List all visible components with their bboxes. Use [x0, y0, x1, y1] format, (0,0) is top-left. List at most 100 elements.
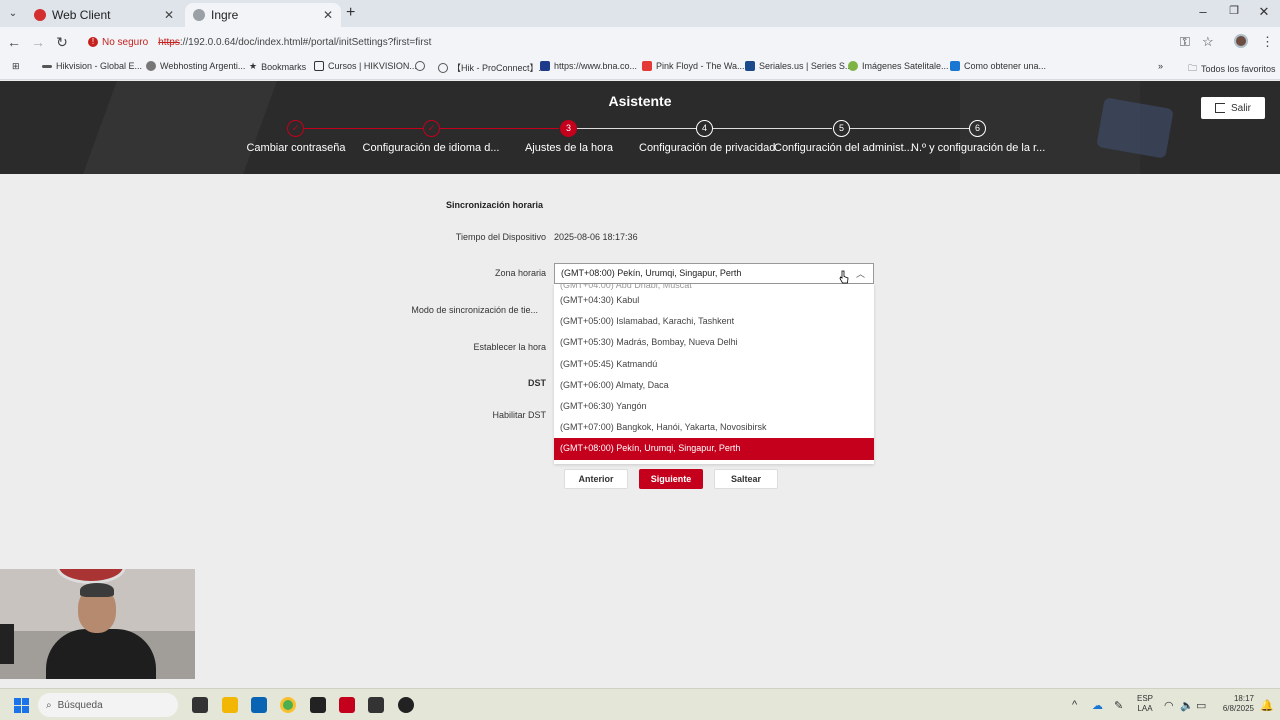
timezone-option[interactable]: (GMT+05:00) Islamabad, Karachi, Tashkent: [554, 311, 874, 332]
bookmark-star-icon[interactable]: ☆: [1202, 34, 1214, 50]
profile-avatar[interactable]: [1234, 34, 1248, 48]
globe-icon: [415, 61, 425, 71]
onedrive-icon[interactable]: ☁: [1092, 699, 1103, 712]
address-bar[interactable]: ! No seguro https://192.0.0.64/doc/index…: [80, 30, 1200, 54]
bookmark-item[interactable]: Cursos | HIKVISION...: [314, 61, 417, 71]
language-indicator[interactable]: ESP LAA: [1137, 694, 1153, 714]
close-icon[interactable]: ✕: [164, 8, 174, 22]
exit-button[interactable]: Salir: [1201, 97, 1265, 119]
hikvision-app-icon[interactable]: [339, 697, 355, 713]
next-button[interactable]: Siguiente: [639, 469, 703, 489]
back-arrow-icon[interactable]: ←: [6, 34, 22, 50]
password-key-icon[interactable]: ⚿: [1180, 34, 1190, 50]
hikvision-icon: [42, 64, 52, 68]
timezone-option[interactable]: (GMT+07:00) Bangkok, Hanói, Yakarta, Nov…: [554, 417, 874, 438]
window-close-icon[interactable]: ✕: [1249, 4, 1279, 20]
seriales-icon: [745, 61, 755, 71]
bookmark-item[interactable]: Pink Floyd - The Wa...: [642, 61, 745, 71]
menu-kebab-icon[interactable]: ⋮: [1261, 34, 1274, 50]
clock-time: 18:17: [1233, 694, 1254, 703]
header-decoration: [83, 81, 277, 174]
search-placeholder: Búsqueda: [57, 699, 103, 711]
more-bookmarks-chevron-icon[interactable]: »: [1158, 61, 1163, 71]
step-2-check-icon: ✓: [423, 120, 440, 137]
app-notification-icon[interactable]: [398, 697, 414, 713]
url-rest: ://192.0.0.64/doc/index.html#/portal/ini…: [179, 36, 432, 48]
pen-icon[interactable]: ✎: [1114, 699, 1123, 712]
bookmark-item[interactable]: Webhosting Argenti...: [146, 61, 245, 71]
timezone-option[interactable]: (GMT+06:00) Almaty, Daca: [554, 375, 874, 396]
step-3-marker: 3: [560, 120, 577, 137]
terminal-icon[interactable]: [368, 697, 384, 713]
chrome-icon[interactable]: [280, 697, 296, 713]
bookmark-label: 【Hik - ProConnect】...: [452, 63, 547, 73]
exit-label: Salir: [1230, 102, 1251, 114]
battery-icon[interactable]: ▭: [1196, 699, 1206, 712]
bookmark-item[interactable]: Seriales.us | Series S...: [745, 61, 852, 71]
bookmark-item[interactable]: Imágenes Satelitale...: [848, 61, 949, 71]
timezone-dropdown-list[interactable]: (GMT+04:00) Abu Dhabi, Muscat (GMT+04:30…: [554, 284, 874, 464]
minimize-icon[interactable]: –: [1188, 4, 1218, 19]
hikvision-favicon-icon: [34, 9, 46, 21]
reload-icon[interactable]: ↻: [54, 34, 70, 51]
device-time-value: 2025-08-06 18:17:36: [554, 232, 638, 242]
step-5-marker: 5: [833, 120, 850, 137]
windows-start-icon[interactable]: [14, 698, 29, 713]
all-favorites[interactable]: 🗀 Todos los favoritos: [1188, 61, 1276, 77]
volume-icon[interactable]: 🔈: [1180, 699, 1194, 712]
windows-taskbar: ⌕ Búsqueda ^ ☁ ✎ ESP LAA ◠ 🔈 ▭ 18:17 6/8…: [0, 688, 1280, 720]
tab-search-chevron-icon[interactable]: ⌄: [4, 5, 22, 23]
bookmark-item[interactable]: ★ Bookmarks: [249, 61, 306, 72]
timezone-option[interactable]: (GMT+05:30) Madrás, Bombay, Nueva Delhi: [554, 332, 874, 353]
bookmark-item[interactable]: 【Hik - ProConnect】...: [438, 61, 546, 74]
timezone-option[interactable]: (GMT+06:30) Yangón: [554, 396, 874, 417]
apps-grid-icon[interactable]: ⊞: [12, 61, 20, 72]
new-tab-plus-icon[interactable]: +: [346, 4, 355, 22]
bookmarks-bar: ⊞ Hikvision - Global E... Webhosting Arg…: [0, 57, 1280, 80]
timezone-option-selected[interactable]: (GMT+08:00) Pekín, Urumqi, Singapur, Per…: [554, 438, 874, 460]
restore-icon[interactable]: ❐: [1219, 4, 1249, 17]
hand-cursor-icon: [839, 270, 849, 284]
notification-bell-icon[interactable]: 🔔: [1260, 699, 1274, 712]
skip-button[interactable]: Saltear: [714, 469, 778, 489]
file-explorer-icon[interactable]: [222, 697, 238, 713]
url-text: https://192.0.0.64/doc/index.html#/porta…: [158, 37, 431, 48]
close-icon[interactable]: ✕: [323, 8, 333, 22]
outlook-icon[interactable]: [251, 697, 267, 713]
timezone-option[interactable]: (GMT+05:45) Katmandú: [554, 354, 874, 375]
timezone-select[interactable]: (GMT+08:00) Pekín, Urumqi, Singapur, Per…: [554, 263, 874, 284]
set-time-label: Establecer la hora: [473, 342, 546, 352]
step-2-label: Configuración de idioma d...: [362, 142, 500, 154]
previous-button[interactable]: Anterior: [564, 469, 628, 489]
app-icon[interactable]: [310, 697, 326, 713]
step-connector: [303, 128, 423, 129]
tab-web-client[interactable]: Web Client ✕: [26, 3, 182, 27]
bookmark-item[interactable]: [415, 61, 429, 71]
tray-chevron-up-icon[interactable]: ^: [1072, 699, 1077, 711]
timezone-selected-value: (GMT+08:00) Pekín, Urumqi, Singapur, Per…: [561, 268, 742, 278]
wifi-icon[interactable]: ◠: [1164, 699, 1174, 712]
satellite-icon: [848, 61, 858, 71]
bookmark-label: Seriales.us | Series S...: [759, 61, 853, 71]
tab-label: Web Client: [52, 8, 111, 22]
bookmark-item[interactable]: Hikvision - Global E...: [42, 61, 142, 71]
forward-arrow-icon[interactable]: →: [30, 34, 46, 50]
lang-code: ESP: [1137, 694, 1154, 703]
bookmark-item[interactable]: https://www.bna.co...: [540, 61, 637, 71]
task-view-icon[interactable]: [192, 697, 208, 713]
taskbar-search[interactable]: ⌕ Búsqueda: [38, 693, 178, 717]
system-clock[interactable]: 18:17 6/8/2025: [1214, 694, 1254, 714]
bookmark-item[interactable]: Como obtener una...: [950, 61, 1046, 71]
tab-ingre[interactable]: Ingre ✕: [185, 3, 341, 27]
webcam-overlay: [0, 569, 195, 679]
enable-dst-label: Habilitar DST: [492, 410, 546, 420]
bookmark-label: Hikvision - Global E...: [56, 61, 143, 71]
sync-mode-label: Modo de sincronización de tie...: [411, 305, 538, 315]
presenter-body: [46, 629, 156, 679]
not-secure-indicator[interactable]: ! No seguro: [80, 37, 148, 48]
bookmark-label: Como obtener una...: [964, 61, 1047, 71]
lang-layout: LAA: [1137, 704, 1153, 713]
step-4-label: Configuración de privacidad: [639, 142, 776, 154]
timezone-option[interactable]: (GMT+04:30) Kabul: [554, 290, 874, 311]
browser-tabstrip: ⌄ Web Client ✕ Ingre ✕ + – ❐ ✕: [0, 0, 1280, 27]
